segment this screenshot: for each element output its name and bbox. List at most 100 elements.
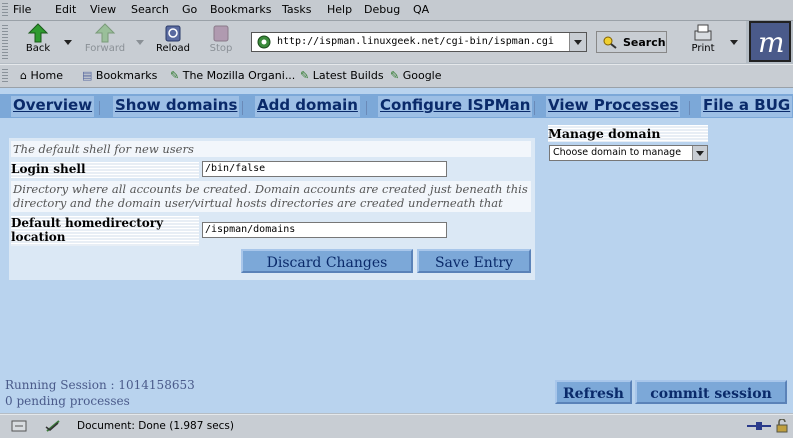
homedir-help-line-1: Directory where all accounts be created.… [13, 182, 528, 196]
online-plug-icon[interactable] [747, 420, 771, 432]
url-bar[interactable]: http://ispman.linuxgeek.net/cgi-bin/ispm… [251, 32, 587, 52]
homedir-label: Default homedirectory location [11, 216, 199, 246]
back-button[interactable]: Back [22, 23, 54, 54]
menu-debug[interactable]: Debug [364, 3, 400, 16]
search-icon [603, 36, 617, 49]
homedir-input[interactable]: /ispman/domains [202, 222, 447, 238]
latest-builds-label: Latest Builds [312, 69, 384, 82]
menu-bar: File Edit View Search Go Bookmarks Tasks… [0, 0, 793, 21]
menu-help[interactable]: Help [327, 3, 352, 16]
url-text: http://ispman.linuxgeek.net/cgi-bin/ispm… [277, 36, 554, 47]
url-dropdown-icon [574, 40, 582, 45]
homedir-help-line-2: directory and the domain user/virtual ho… [13, 196, 503, 210]
bookmark-builds-icon: ✎ [300, 69, 310, 82]
chevron-down-icon [696, 151, 704, 156]
reload-icon [165, 25, 181, 42]
mozilla-org-label: The Mozilla Organi... [182, 69, 296, 82]
stop-icon [213, 25, 229, 42]
save-entry-button[interactable]: Save Entry [417, 249, 531, 273]
bookmark-latest-builds[interactable]: ✎ Latest Builds [300, 69, 384, 82]
mozilla-m-icon: m [758, 26, 785, 59]
menu-qa[interactable]: QA [413, 3, 429, 16]
mozilla-logo[interactable]: m [749, 21, 791, 62]
menu-go[interactable]: Go [182, 3, 197, 16]
tab-show-domains[interactable]: Show domains [113, 96, 240, 117]
nav-tabs: Overview Show domains Add domain Configu… [0, 94, 793, 118]
refresh-button[interactable]: Refresh [555, 380, 632, 404]
navbar-grip[interactable] [2, 25, 8, 59]
search-button[interactable]: Search [596, 31, 667, 53]
tab-separator [99, 101, 100, 115]
stop-label: Stop [209, 43, 233, 54]
tab-file-a-bug[interactable]: File a BUG [701, 96, 793, 117]
config-form: The default shell for new users Login sh… [9, 138, 535, 280]
back-label: Back [25, 43, 51, 54]
back-dropdown-icon[interactable] [64, 40, 72, 45]
persbar-grip[interactable] [2, 69, 8, 83]
status-message: Document: Done (1.987 secs) [77, 420, 234, 432]
page-icon [257, 35, 271, 49]
forward-label: Forward [84, 43, 126, 54]
printer-icon [694, 24, 712, 41]
pending-processes-text: 0 pending processes [5, 394, 130, 408]
tab-separator [242, 101, 243, 115]
page-content: Overview Show domains Add domain Configu… [0, 88, 793, 413]
reload-button[interactable]: Reload [154, 23, 192, 54]
tab-view-processes[interactable]: View Processes [546, 96, 681, 117]
status-bar: Document: Done (1.987 secs) [0, 414, 793, 438]
forward-arrow-icon [94, 23, 116, 43]
homedir-label-line-2: location [11, 230, 66, 244]
personal-toolbar: ⌂ Home ▤ Bookmarks ✎ The Mozilla Organi.… [0, 64, 793, 88]
navigation-toolbar: Back Forward Reload Stop http://ispman.l… [0, 21, 746, 63]
bookmark-mozilla-icon: ✎ [170, 69, 180, 82]
menu-bookmarks[interactable]: Bookmarks [210, 3, 271, 16]
tab-configure-ispman[interactable]: Configure ISPMan [378, 96, 533, 117]
google-label: Google [402, 69, 442, 82]
bookmarks-icon: ▤ [82, 69, 93, 82]
search-label: Search [623, 36, 666, 49]
forward-dropdown-icon[interactable] [136, 40, 144, 45]
forward-button[interactable]: Forward [80, 23, 130, 54]
tab-separator [534, 101, 535, 115]
bookmark-mozilla-org[interactable]: ✎ The Mozilla Organi... [170, 69, 295, 82]
bookmark-bookmarks[interactable]: ▤ Bookmarks [82, 69, 157, 82]
tab-add-domain[interactable]: Add domain [255, 96, 360, 117]
edit-pencil-icon[interactable] [44, 418, 62, 434]
manage-domain-select-value: Choose domain to manage [553, 147, 682, 158]
homedir-label-line-1: Default homedirectory [11, 216, 164, 230]
menu-view[interactable]: View [90, 3, 116, 16]
security-icon[interactable] [10, 419, 28, 433]
tab-separator [366, 101, 367, 115]
back-arrow-icon [27, 23, 49, 43]
shell-help-text: The default shell for new users [11, 141, 531, 157]
shell-label: Login shell [11, 162, 199, 178]
homedir-help-text: Directory where all accounts be created.… [11, 181, 531, 212]
print-label: Print [691, 43, 715, 54]
running-session-text: Running Session : 1014158653 [5, 378, 195, 392]
menu-search[interactable]: Search [131, 3, 169, 16]
manage-domain-select[interactable]: Choose domain to manage [549, 145, 708, 161]
home-icon: ⌂ [20, 69, 27, 82]
tab-overview[interactable]: Overview [11, 96, 95, 117]
menu-edit[interactable]: Edit [55, 3, 76, 16]
menu-file[interactable]: File [13, 3, 31, 16]
print-button[interactable]: Print [688, 23, 718, 54]
manage-domain-dropdown[interactable] [692, 146, 707, 160]
discard-changes-button[interactable]: Discard Changes [241, 249, 413, 273]
home-label: Home [30, 69, 63, 82]
url-dropdown[interactable] [569, 33, 586, 51]
menu-tasks[interactable]: Tasks [282, 3, 311, 16]
login-shell-input[interactable]: /bin/false [202, 161, 447, 177]
print-dropdown-icon[interactable] [730, 40, 738, 45]
bookmark-google[interactable]: ✎ Google [390, 69, 442, 82]
reload-label: Reload [155, 43, 191, 54]
stop-button[interactable]: Stop [205, 23, 237, 54]
commit-session-button[interactable]: commit session [635, 380, 787, 404]
menubar-grip[interactable] [2, 3, 8, 17]
svg-text:m: m [758, 26, 785, 59]
bookmarks-label: Bookmarks [95, 69, 158, 82]
tab-separator [689, 101, 690, 115]
bookmark-google-icon: ✎ [390, 69, 400, 82]
lock-icon[interactable] [775, 419, 789, 433]
bookmark-home[interactable]: ⌂ Home [20, 69, 63, 82]
